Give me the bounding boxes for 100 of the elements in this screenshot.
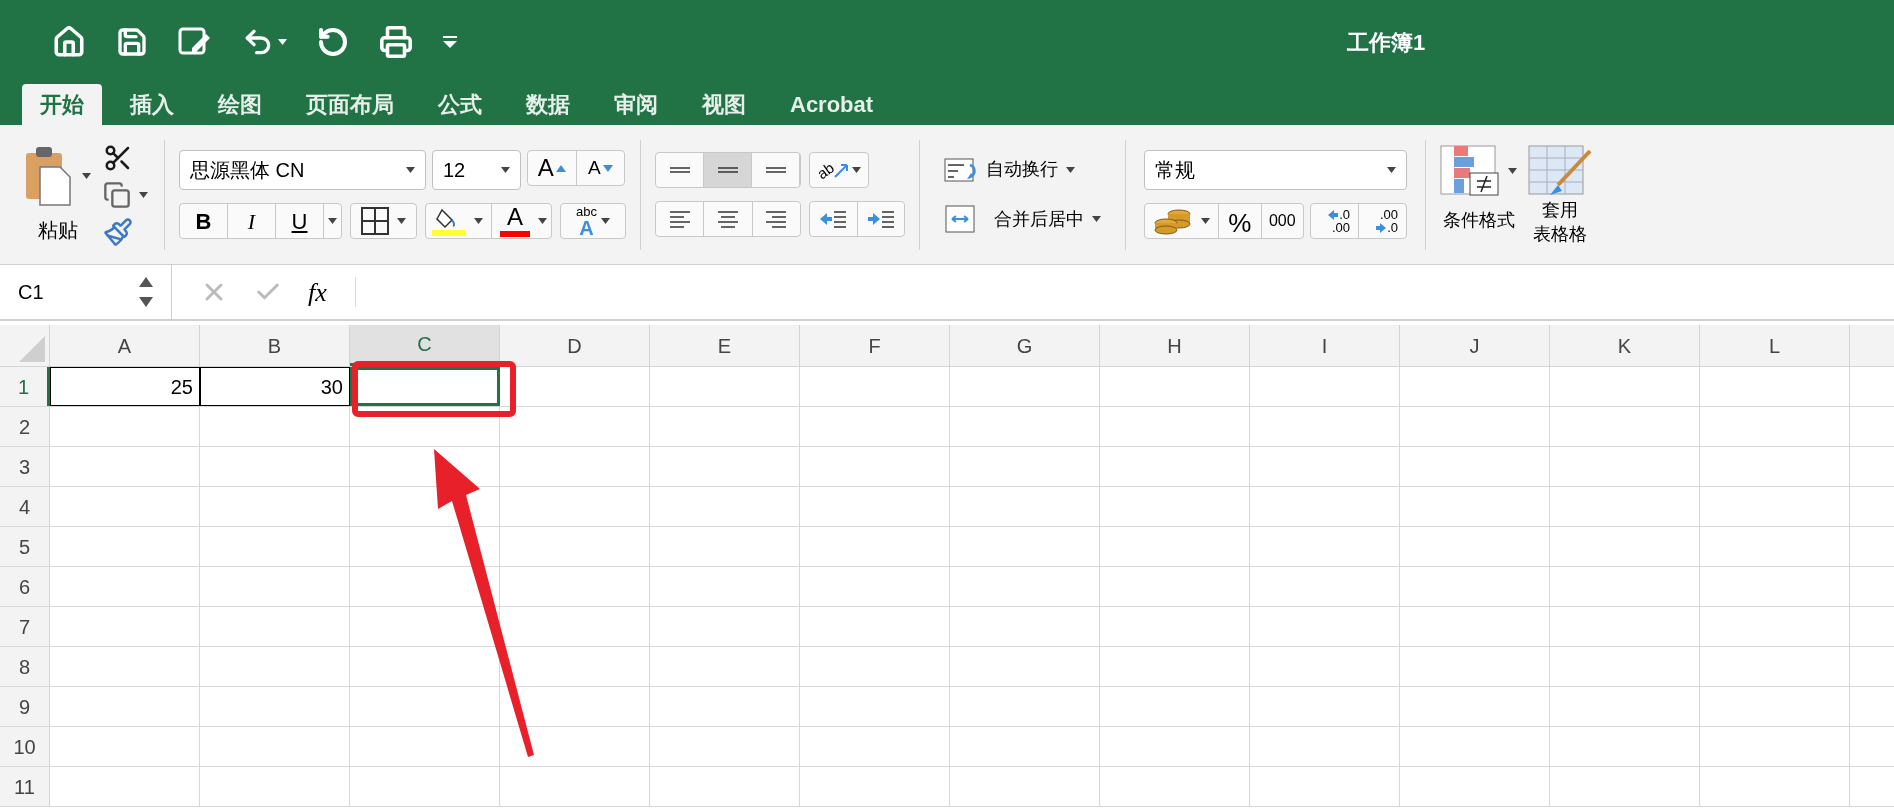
thousands-button[interactable]: 000 bbox=[1261, 204, 1303, 238]
increase-indent-icon bbox=[866, 209, 895, 229]
ribbon-tab[interactable]: 视图 bbox=[686, 84, 762, 125]
function-button[interactable]: fx bbox=[308, 272, 327, 312]
column-header[interactable]: F bbox=[800, 325, 950, 366]
ribbon-tab[interactable]: 公式 bbox=[422, 84, 498, 125]
column-header[interactable]: G bbox=[950, 325, 1100, 366]
italic-button[interactable]: I bbox=[228, 204, 276, 238]
caret-icon bbox=[601, 218, 610, 224]
paint-bucket-icon bbox=[430, 206, 466, 236]
align-bottom-icon bbox=[763, 167, 788, 173]
merge-center-button[interactable]: 合并后居中 bbox=[944, 205, 1101, 233]
ribbon-tab[interactable]: 绘图 bbox=[202, 84, 278, 125]
cell-value: 30 bbox=[200, 367, 350, 406]
column-header[interactable]: D bbox=[500, 325, 650, 366]
number-format-dropdown[interactable]: 常规 bbox=[1144, 150, 1407, 190]
caret-icon bbox=[82, 172, 91, 179]
ribbon-tab[interactable]: 数据 bbox=[510, 84, 586, 125]
column-header[interactable]: L bbox=[1700, 325, 1850, 366]
borders-icon bbox=[361, 207, 389, 235]
bold-button[interactable]: B bbox=[180, 204, 228, 238]
shrink-font-button[interactable]: A bbox=[575, 151, 624, 185]
right-arrow-icon bbox=[1376, 222, 1387, 233]
caret-icon bbox=[397, 218, 406, 224]
row-header[interactable]: 9 bbox=[0, 687, 50, 726]
column-header[interactable]: J bbox=[1400, 325, 1550, 366]
column-header[interactable]: E bbox=[650, 325, 800, 366]
customize-toolbar-icon[interactable] bbox=[443, 36, 457, 48]
paste-button[interactable]: 粘贴 bbox=[24, 144, 91, 245]
column-header[interactable]: A bbox=[50, 325, 200, 366]
column-header[interactable]: I bbox=[1250, 325, 1400, 366]
row-header[interactable]: 6 bbox=[0, 567, 50, 606]
grow-font-button[interactable]: A bbox=[528, 150, 576, 186]
triangle-down-icon bbox=[602, 164, 613, 172]
caret-icon bbox=[1092, 216, 1101, 222]
caret-icon bbox=[328, 218, 337, 224]
left-arrow-icon bbox=[1328, 209, 1339, 220]
column-header[interactable]: K bbox=[1550, 325, 1700, 366]
row-header[interactable]: 2 bbox=[0, 407, 50, 446]
home-icon[interactable] bbox=[52, 25, 86, 59]
row-header[interactable]: 1 bbox=[0, 367, 50, 406]
align-left-icon bbox=[667, 210, 692, 228]
caret-icon bbox=[474, 218, 483, 224]
increase-decimal-button[interactable]: .0 .00 bbox=[1311, 204, 1359, 238]
font-name-dropdown[interactable]: 思源黑体 CN bbox=[179, 150, 426, 190]
underline-button[interactable]: U bbox=[276, 204, 324, 238]
orientation-button[interactable]: ab bbox=[809, 152, 869, 188]
align-middle-icon bbox=[715, 167, 740, 173]
window-title: 工作簿1 bbox=[1347, 28, 1426, 57]
table-brush-icon bbox=[1528, 144, 1592, 197]
ribbon-tab[interactable]: 页面布局 bbox=[290, 84, 410, 125]
caret-icon bbox=[278, 39, 287, 45]
caret-icon bbox=[501, 167, 510, 173]
cell-value: 25 bbox=[50, 367, 200, 406]
clipboard-paste-icon bbox=[24, 144, 74, 207]
redo-icon[interactable] bbox=[317, 26, 349, 58]
caret-icon bbox=[1508, 167, 1517, 174]
percent-button[interactable]: % bbox=[1219, 204, 1262, 238]
edit-document-icon[interactable] bbox=[178, 26, 212, 58]
vertical-align-button[interactable] bbox=[704, 153, 752, 187]
ribbon-tab[interactable]: 插入 bbox=[114, 84, 190, 125]
row-header[interactable]: 7 bbox=[0, 607, 50, 646]
row-header[interactable]: 5 bbox=[0, 527, 50, 566]
save-icon[interactable] bbox=[116, 26, 148, 58]
row-header[interactable]: 8 bbox=[0, 647, 50, 686]
row-header[interactable]: 3 bbox=[0, 447, 50, 486]
print-icon[interactable] bbox=[379, 25, 413, 59]
caret-icon bbox=[1066, 166, 1075, 173]
wrap-text-icon bbox=[944, 156, 978, 183]
merge-cells-icon bbox=[944, 205, 978, 233]
caret-icon bbox=[139, 191, 148, 198]
font-size-dropdown[interactable]: 12 bbox=[432, 150, 521, 190]
caret-icon bbox=[406, 167, 415, 173]
triangle-up-icon bbox=[555, 164, 566, 172]
wrap-text-button[interactable]: 自动换行 bbox=[944, 156, 1101, 183]
align-top-icon bbox=[667, 167, 692, 173]
format-painter-icon[interactable] bbox=[103, 216, 133, 247]
conditional-format-icon bbox=[1440, 144, 1500, 197]
ribbon-tab[interactable]: 开始 bbox=[22, 84, 102, 125]
name-box[interactable]: C1 bbox=[0, 265, 172, 319]
coins-icon bbox=[1153, 206, 1193, 236]
copy-button[interactable] bbox=[103, 180, 148, 209]
phonetic-button[interactable]: abc A bbox=[560, 203, 626, 239]
decrease-indent-icon bbox=[819, 209, 848, 229]
ribbon-tab[interactable]: 审阅 bbox=[598, 84, 674, 125]
conditional-format-button[interactable]: 条件格式 bbox=[1440, 144, 1517, 234]
caret-icon bbox=[1201, 218, 1210, 224]
borders-button[interactable] bbox=[350, 203, 417, 239]
format-as-table-button[interactable]: 套用 表格格 bbox=[1527, 144, 1593, 245]
ribbon-tab[interactable]: Acrobat bbox=[774, 84, 890, 125]
row-header[interactable]: 10 bbox=[0, 727, 50, 766]
decrease-decimal-button[interactable]: .00 .0 bbox=[1359, 204, 1406, 238]
caret-icon bbox=[538, 218, 547, 224]
align-right-icon bbox=[764, 210, 789, 228]
align-center-icon bbox=[716, 210, 740, 228]
row-header[interactable]: 4 bbox=[0, 487, 50, 526]
row-header[interactable]: 11 bbox=[0, 767, 50, 806]
font-color-button[interactable]: A bbox=[492, 204, 555, 238]
stepper-icon[interactable] bbox=[139, 275, 153, 309]
column-header[interactable]: H bbox=[1100, 325, 1250, 366]
